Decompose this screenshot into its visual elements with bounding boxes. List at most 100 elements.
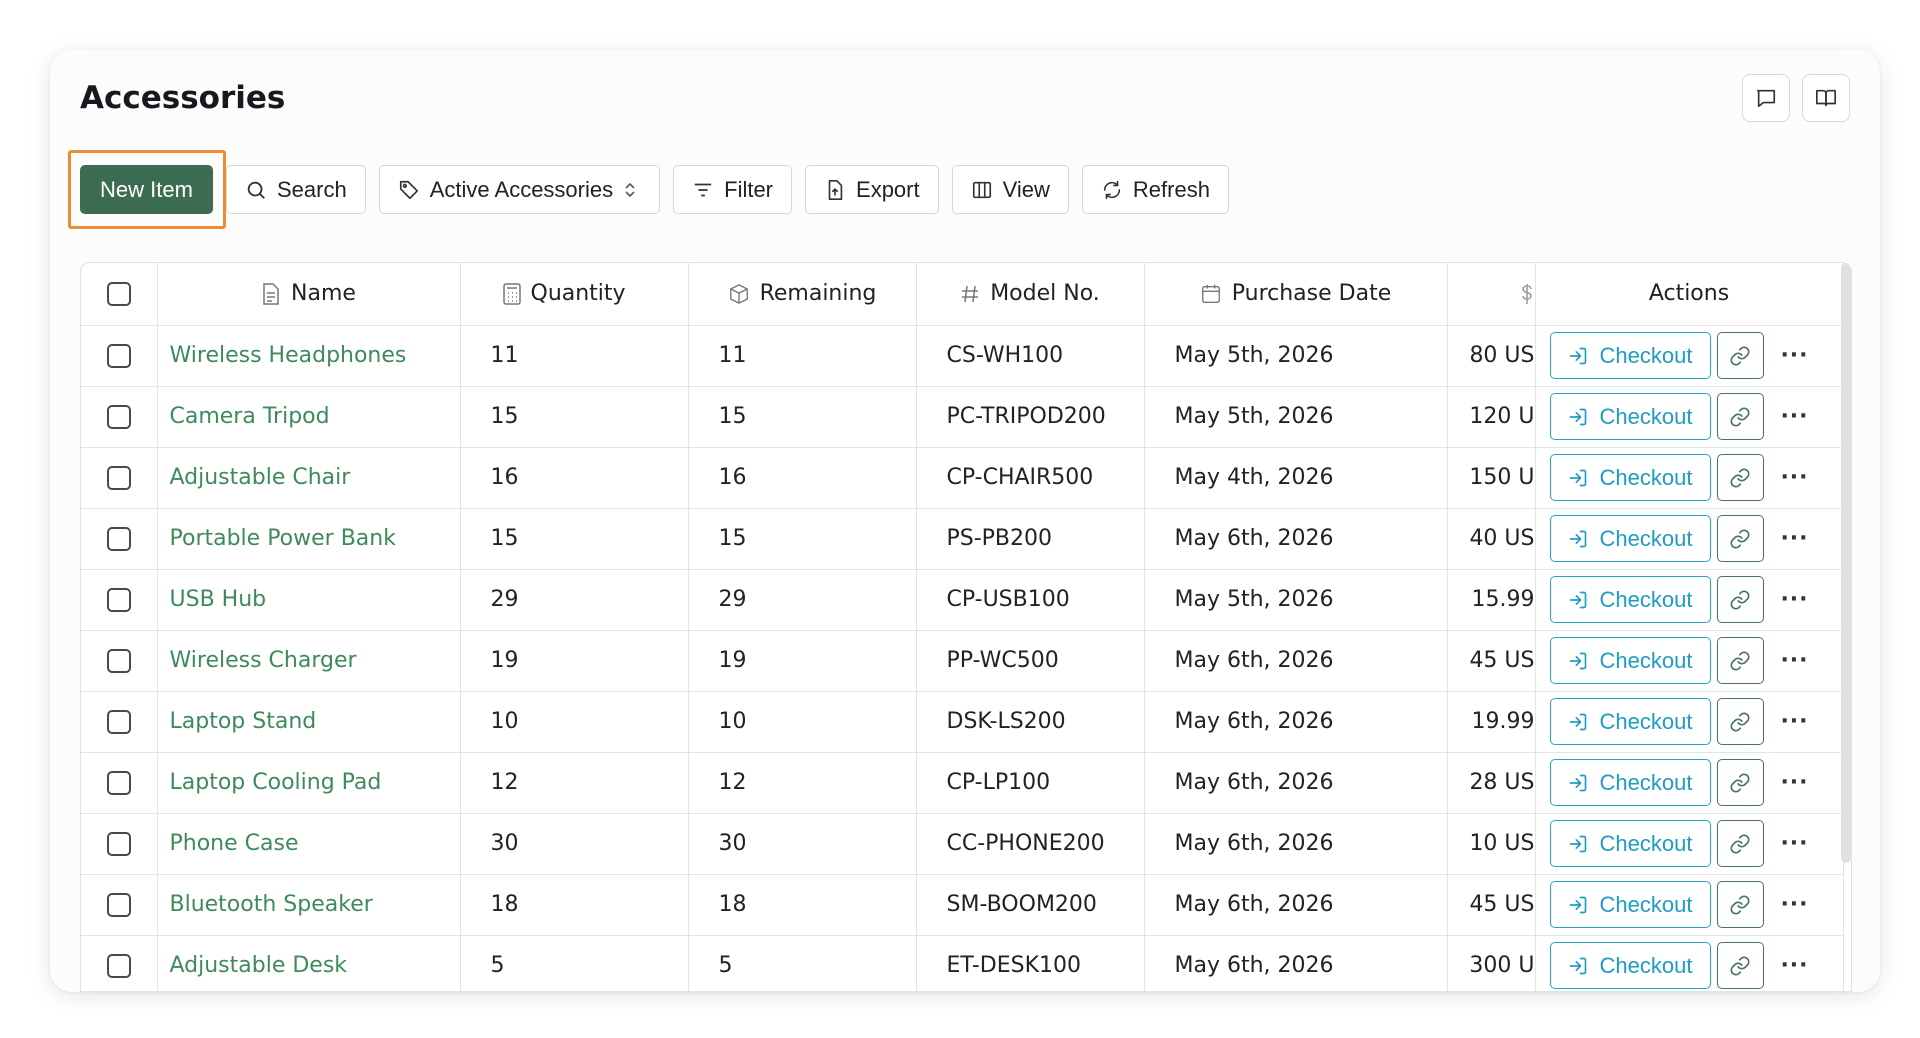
table-row[interactable]: Adjustable Desk 5 5 ET-DESK100 May 6th, … xyxy=(81,935,1844,991)
sign-in-arrow-icon xyxy=(1569,530,1586,547)
table-row[interactable]: USB Hub 29 29 CP-USB100 May 5th, 2026 15… xyxy=(81,569,1844,631)
row-checkbox[interactable] xyxy=(106,405,131,429)
sign-in-arrow-icon xyxy=(1569,652,1586,669)
row-checkbox[interactable] xyxy=(106,649,131,673)
search-button[interactable]: Search xyxy=(226,165,366,214)
row-checkbox[interactable] xyxy=(106,588,131,612)
vertical-scrollbar[interactable] xyxy=(1841,263,1851,863)
checkout-button[interactable]: Checkout xyxy=(1549,576,1711,623)
copy-link-button[interactable] xyxy=(1716,881,1764,928)
checkout-button[interactable]: Checkout xyxy=(1549,393,1711,440)
row-checkbox[interactable] xyxy=(106,344,131,368)
view-button[interactable]: View xyxy=(951,165,1069,214)
remaining-cell: 11 xyxy=(688,325,917,387)
item-name-link[interactable]: Portable Power Bank xyxy=(157,508,461,570)
copy-link-button[interactable] xyxy=(1716,698,1764,745)
item-name-link[interactable]: Bluetooth Speaker xyxy=(157,874,461,936)
row-checkbox[interactable] xyxy=(106,832,131,856)
copy-link-button[interactable] xyxy=(1716,942,1764,989)
export-button[interactable]: Export xyxy=(805,165,939,214)
price-cell: 28 US xyxy=(1447,752,1536,814)
model-cell: ET-DESK100 xyxy=(916,935,1145,991)
copy-link-button[interactable] xyxy=(1716,576,1764,623)
more-horizontal-icon[interactable]: ··· xyxy=(1770,770,1820,795)
refresh-button[interactable]: Refresh xyxy=(1081,165,1229,214)
row-checkbox[interactable] xyxy=(106,771,131,795)
more-horizontal-icon[interactable]: ··· xyxy=(1770,343,1820,368)
column-header-price[interactable] xyxy=(1447,263,1536,326)
comments-button[interactable] xyxy=(1742,74,1790,122)
checkout-button[interactable]: Checkout xyxy=(1549,942,1711,989)
item-name-link[interactable]: Adjustable Chair xyxy=(157,447,461,509)
link-icon xyxy=(1730,955,1750,976)
column-header-remaining[interactable]: Remaining xyxy=(688,263,917,326)
more-horizontal-icon[interactable]: ··· xyxy=(1770,892,1820,917)
copy-link-button[interactable] xyxy=(1716,332,1764,379)
checkout-button[interactable]: Checkout xyxy=(1549,637,1711,684)
item-name-link[interactable]: Wireless Headphones xyxy=(157,325,461,387)
copy-link-button[interactable] xyxy=(1716,393,1764,440)
more-horizontal-icon[interactable]: ··· xyxy=(1770,526,1820,551)
filter-button[interactable]: Filter xyxy=(673,165,793,214)
search-label: Search xyxy=(277,176,347,202)
item-name-link[interactable]: Laptop Stand xyxy=(157,691,461,753)
actions-cell: Checkout ··· xyxy=(1535,874,1844,936)
more-horizontal-icon[interactable]: ··· xyxy=(1770,648,1820,673)
more-horizontal-icon[interactable]: ··· xyxy=(1770,404,1820,429)
table-row[interactable]: Camera Tripod 15 15 PC-TRIPOD200 May 5th… xyxy=(81,386,1844,448)
purchase-date-cell: May 5th, 2026 xyxy=(1144,569,1448,631)
search-icon xyxy=(247,181,265,199)
more-horizontal-icon[interactable]: ··· xyxy=(1770,709,1820,734)
checkout-button[interactable]: Checkout xyxy=(1549,698,1711,745)
select-all-checkbox[interactable] xyxy=(106,282,131,307)
quantity-cell: 15 xyxy=(460,508,689,570)
remaining-cell: 10 xyxy=(688,691,917,753)
row-checkbox[interactable] xyxy=(106,710,131,734)
more-horizontal-icon[interactable]: ··· xyxy=(1770,831,1820,856)
copy-link-button[interactable] xyxy=(1716,454,1764,501)
item-name-link[interactable]: Wireless Charger xyxy=(157,630,461,692)
table-row[interactable]: Adjustable Chair 16 16 CP-CHAIR500 May 4… xyxy=(81,447,1844,509)
table-row[interactable]: Wireless Headphones 11 11 CS-WH100 May 5… xyxy=(81,325,1844,387)
checkout-button[interactable]: Checkout xyxy=(1549,881,1711,928)
docs-button[interactable] xyxy=(1802,74,1850,122)
item-name-link[interactable]: Adjustable Desk xyxy=(157,935,461,991)
table-row[interactable]: Laptop Stand 10 10 DSK-LS200 May 6th, 20… xyxy=(81,691,1844,753)
copy-link-button[interactable] xyxy=(1716,820,1764,867)
row-select-cell xyxy=(81,569,158,631)
item-name-link[interactable]: Camera Tripod xyxy=(157,386,461,448)
checkout-button[interactable]: Checkout xyxy=(1549,759,1711,806)
copy-link-button[interactable] xyxy=(1716,515,1764,562)
new-item-button[interactable]: New Item xyxy=(80,165,213,214)
table-row[interactable]: Phone Case 30 30 CC-PHONE200 May 6th, 20… xyxy=(81,813,1844,875)
checkout-button[interactable]: Checkout xyxy=(1549,454,1711,501)
checkout-button[interactable]: Checkout xyxy=(1549,515,1711,562)
row-checkbox[interactable] xyxy=(106,954,131,978)
row-checkbox[interactable] xyxy=(106,527,131,551)
checkout-button[interactable]: Checkout xyxy=(1549,332,1711,379)
checkout-button[interactable]: Checkout xyxy=(1549,820,1711,867)
table-row[interactable]: Portable Power Bank 15 15 PS-PB200 May 6… xyxy=(81,508,1844,570)
column-header-name[interactable]: Name xyxy=(157,263,461,326)
column-header-purchase-date[interactable]: Purchase Date xyxy=(1144,263,1448,326)
model-cell: CP-LP100 xyxy=(916,752,1145,814)
copy-link-button[interactable] xyxy=(1716,759,1764,806)
row-checkbox[interactable] xyxy=(106,466,131,490)
item-name-link[interactable]: USB Hub xyxy=(157,569,461,631)
more-horizontal-icon[interactable]: ··· xyxy=(1770,587,1820,612)
table-row[interactable]: Bluetooth Speaker 18 18 SM-BOOM200 May 6… xyxy=(81,874,1844,936)
link-icon xyxy=(1730,528,1750,549)
copy-link-button[interactable] xyxy=(1716,637,1764,684)
table-row[interactable]: Laptop Cooling Pad 12 12 CP-LP100 May 6t… xyxy=(81,752,1844,814)
table-row[interactable]: Wireless Charger 19 19 PP-WC500 May 6th,… xyxy=(81,630,1844,692)
row-select-cell xyxy=(81,874,158,936)
more-horizontal-icon[interactable]: ··· xyxy=(1770,465,1820,490)
quantity-cell: 11 xyxy=(460,325,689,387)
item-name-link[interactable]: Laptop Cooling Pad xyxy=(157,752,461,814)
row-checkbox[interactable] xyxy=(106,893,131,917)
view-selector[interactable]: Active Accessories xyxy=(378,165,661,214)
column-header-model[interactable]: Model No. xyxy=(916,263,1145,326)
item-name-link[interactable]: Phone Case xyxy=(157,813,461,875)
column-header-quantity[interactable]: Quantity xyxy=(460,263,689,326)
more-horizontal-icon[interactable]: ··· xyxy=(1770,953,1820,978)
